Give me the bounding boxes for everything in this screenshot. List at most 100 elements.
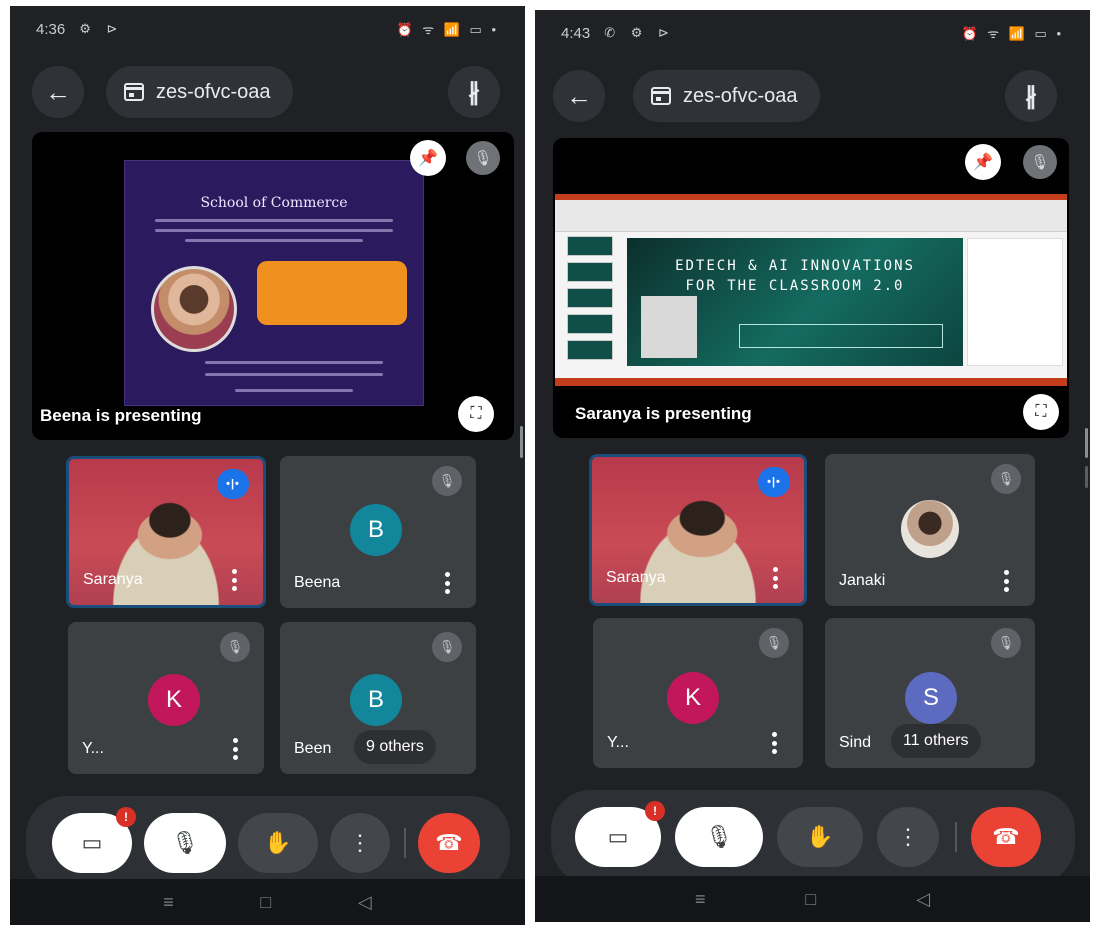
back-button[interactable]: ←	[32, 66, 84, 118]
end-call-button[interactable]: ☎	[971, 807, 1041, 867]
mic-toggle-button[interactable]: 🎙	[675, 807, 763, 867]
participant-avatar: B	[350, 504, 402, 556]
raise-hand-icon: ✋	[264, 830, 292, 855]
camera-off-icon: ▭	[81, 830, 103, 855]
poster-text-line	[205, 361, 383, 364]
pin-icon: 📌	[418, 150, 438, 167]
more-vert-icon: ⋮	[349, 830, 371, 855]
meeting-top-bar: ← zes-ofvc-oaa ∦	[535, 68, 1090, 128]
participant-avatar: K	[148, 674, 200, 726]
end-call-button[interactable]: ☎	[418, 813, 480, 873]
controls-divider	[955, 822, 957, 852]
presenter-muted-indicator: 🎙	[1023, 145, 1057, 179]
tile-more-icon[interactable]	[231, 569, 237, 591]
app-status-bar	[555, 378, 1067, 386]
bluetooth-audio-button[interactable]: ∦	[448, 66, 500, 118]
meeting-code-pill[interactable]: zes-ofvc-oaa	[106, 66, 293, 118]
shared-slide-window: EDTECH & AI INNOVATIONS FOR THE CLASSROO…	[555, 194, 1067, 386]
participant-tile[interactable]: 🎙 K Y...	[68, 622, 264, 774]
poster-text-line	[205, 373, 383, 376]
tile-more-icon[interactable]	[771, 732, 777, 754]
presenter-muted-indicator: 🎙	[466, 141, 500, 175]
pin-button[interactable]: 📌	[965, 144, 1001, 180]
participant-tile[interactable]: 🎙 B Beena	[280, 456, 476, 608]
fullscreen-button[interactable]: ⛶	[1023, 394, 1059, 430]
bluetooth-icon: ∦	[1025, 82, 1037, 110]
nav-back-icon[interactable]: ◁	[358, 892, 372, 913]
back-arrow-icon: ←	[45, 76, 71, 107]
participant-name: Y...	[82, 740, 104, 757]
participant-tile-group[interactable]: 🎙 S Sind 11 others	[825, 618, 1035, 768]
nav-menu-icon[interactable]: ≡	[695, 889, 706, 910]
status-icons: ⚙ ⊳	[79, 21, 124, 36]
mic-off-icon: 🎙	[171, 830, 199, 855]
participant-avatar: K	[667, 672, 719, 724]
participant-name: Sind	[839, 734, 872, 751]
camera-toggle-button[interactable]: ▭ !	[52, 807, 136, 873]
calendar-icon	[124, 83, 144, 101]
camera-off-icon: ▭	[607, 824, 629, 849]
fullscreen-icon: ⛶	[470, 405, 482, 422]
tile-more-icon[interactable]	[772, 567, 778, 589]
camera-toggle-button[interactable]: ▭ !	[575, 801, 665, 867]
end-call-icon: ☎	[435, 830, 463, 855]
meeting-code: zes-ofvc-oaa	[683, 84, 798, 107]
call-controls: ▭ ! 🎙 ✋ ⋮ ☎	[26, 796, 510, 890]
app-titlebar	[555, 194, 1067, 200]
mic-off-icon: 🎙	[1030, 154, 1050, 171]
mic-off-icon: 🎙	[220, 632, 250, 662]
raise-hand-button[interactable]: ✋	[238, 813, 318, 873]
presentation-area[interactable]: School of Commerce 📌 🎙 Beena is presenti…	[32, 132, 514, 440]
mic-off-icon: 🎙	[759, 628, 789, 658]
scroll-indicator	[1085, 428, 1088, 458]
scroll-track	[1085, 466, 1088, 488]
participant-tile-self[interactable]: •|• Saranya	[589, 454, 807, 606]
participant-tile[interactable]: 🎙 Janaki	[825, 454, 1035, 606]
mic-toggle-button[interactable]: 🎙	[144, 813, 226, 873]
nav-menu-icon[interactable]: ≡	[163, 892, 174, 913]
participant-name: Janaki	[839, 572, 886, 589]
camera-alert-badge: !	[645, 801, 665, 821]
mic-off-icon: 🎙	[991, 464, 1021, 494]
nav-home-icon[interactable]: □	[805, 889, 816, 910]
tile-more-icon[interactable]	[232, 738, 238, 760]
nav-back-icon[interactable]: ◁	[916, 889, 930, 910]
status-time: 4:43	[561, 24, 591, 42]
slide-image	[641, 296, 697, 358]
participant-tile-group[interactable]: 🎙 B Been 9 others	[280, 622, 476, 774]
back-arrow-icon: ←	[566, 80, 592, 111]
more-options-button[interactable]: ⋮	[330, 813, 390, 873]
tile-more-icon[interactable]	[1003, 570, 1009, 592]
presentation-area[interactable]: EDTECH & AI INNOVATIONS FOR THE CLASSROO…	[553, 138, 1069, 438]
fullscreen-button[interactable]: ⛶	[458, 396, 494, 432]
participant-tile-self[interactable]: •|• Saranya	[66, 456, 266, 608]
pin-button[interactable]: 📌	[410, 140, 446, 176]
poster-title: School of Commerce	[200, 195, 348, 211]
participant-name: Y...	[607, 734, 629, 751]
meeting-code: zes-ofvc-oaa	[156, 80, 271, 103]
status-icons: ✆ ⚙ ⊳	[604, 25, 675, 40]
slide-canvas: EDTECH & AI INNOVATIONS FOR THE CLASSROO…	[627, 238, 963, 366]
status-system-icons: ⏰ ᯤ 📶 ▭ •	[961, 26, 1064, 41]
back-button[interactable]: ←	[553, 70, 605, 122]
more-options-button[interactable]: ⋮	[877, 807, 939, 867]
others-count-chip[interactable]: 11 others	[891, 724, 981, 758]
meeting-code-pill[interactable]: zes-ofvc-oaa	[633, 70, 820, 122]
nav-home-icon[interactable]: □	[260, 892, 271, 913]
raise-hand-button[interactable]: ✋	[777, 807, 863, 867]
participant-name: Been	[294, 740, 332, 757]
pin-icon: 📌	[973, 154, 993, 171]
slide-subtitle-box	[739, 324, 943, 348]
shared-poster: School of Commerce	[124, 160, 424, 406]
meeting-top-bar: ← zes-ofvc-oaa ∦	[10, 64, 525, 124]
phone-screen-left: 4:36 ⚙ ⊳ ⏰ ᯤ 📶 ▭ • ← zes-ofvc-oaa ∦ Scho…	[10, 6, 525, 925]
system-nav-bar: ≡ □ ◁	[535, 876, 1090, 922]
poster-text-line	[235, 389, 353, 392]
bluetooth-icon: ∦	[468, 78, 480, 106]
phone-screen-right: 4:43 ✆ ⚙ ⊳ ⏰ ᯤ 📶 ▭ • ← zes-ofvc-oaa ∦ ED…	[535, 10, 1090, 922]
participant-tile[interactable]: 🎙 K Y...	[593, 618, 803, 768]
tile-more-icon[interactable]	[444, 572, 450, 594]
others-count-chip[interactable]: 9 others	[354, 730, 436, 764]
bluetooth-audio-button[interactable]: ∦	[1005, 70, 1057, 122]
poster-speaker-photo	[151, 266, 237, 352]
